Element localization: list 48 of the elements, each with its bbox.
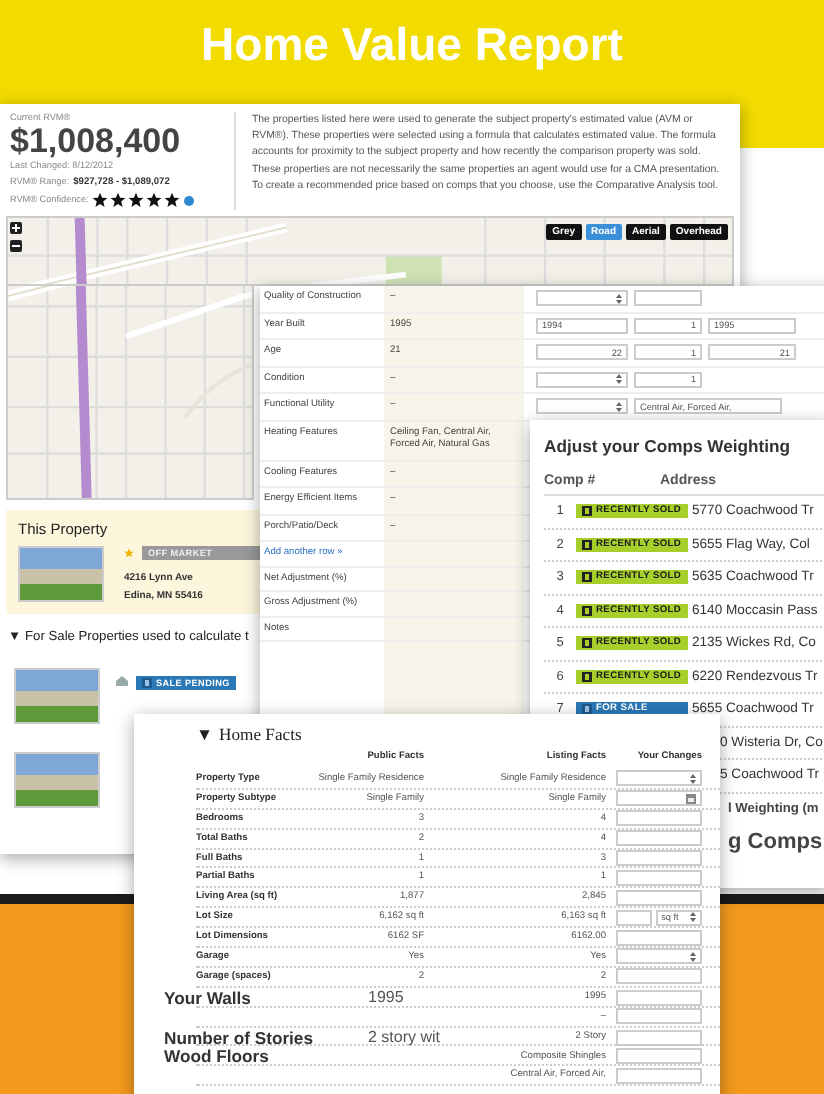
house-icon (116, 676, 128, 686)
input-field[interactable] (616, 889, 702, 906)
input-field[interactable] (616, 968, 702, 985)
dropdown-arrow-icon (616, 374, 622, 385)
dropdown-arrow-icon (616, 293, 622, 304)
collapse-arrow: ▼ (196, 724, 214, 744)
dropdown-arrow-icon (690, 951, 696, 962)
tag-icon (142, 678, 152, 688)
select-field[interactable] (536, 371, 628, 388)
dropdown-arrow-icon (690, 773, 696, 784)
zoom-in-icon[interactable] (10, 222, 22, 234)
input-field[interactable] (616, 869, 702, 886)
section-title: Home Facts (219, 724, 302, 744)
input-field[interactable] (634, 290, 702, 307)
input-field[interactable] (616, 1029, 702, 1046)
input-field[interactable] (616, 850, 702, 866)
row-label: Wood Floors (164, 1046, 271, 1067)
dropdown-arrow-icon (690, 912, 696, 923)
house-photo-placeholder (14, 668, 100, 724)
input-field[interactable] (616, 989, 702, 1006)
row-label: Your Walls (164, 987, 253, 1008)
select-field[interactable] (536, 290, 628, 307)
input-field[interactable] (616, 1067, 702, 1084)
input-field[interactable] (616, 1008, 702, 1025)
input-field[interactable] (616, 790, 702, 807)
house-photo-placeholder (14, 752, 100, 808)
tag-icon (582, 704, 592, 715)
info-icon[interactable] (184, 195, 195, 205)
house-photo-placeholder (18, 546, 104, 602)
zoom-out-icon[interactable] (10, 240, 22, 252)
calendar-icon (686, 793, 696, 804)
panel-title: Adjust your Comps Weighting (544, 436, 793, 456)
estimated-value: $1,008,400 (10, 124, 183, 160)
dropdown-arrow-icon (616, 401, 622, 412)
select-field[interactable] (536, 398, 628, 415)
select-field[interactable] (616, 770, 702, 787)
input-field[interactable] (616, 909, 652, 926)
table-cell-text: 2 story wit (366, 1028, 441, 1047)
page-title: Home Value Report (201, 18, 623, 74)
row-label: Number of Stories (164, 1027, 315, 1048)
input-field[interactable] (616, 1048, 702, 1065)
select-field[interactable] (616, 948, 702, 965)
star-icon (124, 548, 134, 558)
input-field[interactable] (616, 830, 702, 847)
section-title: g Comps (728, 829, 823, 853)
table-cell-text: 1995 (366, 988, 404, 1007)
input-field[interactable] (616, 929, 702, 946)
input-field[interactable] (616, 810, 702, 827)
